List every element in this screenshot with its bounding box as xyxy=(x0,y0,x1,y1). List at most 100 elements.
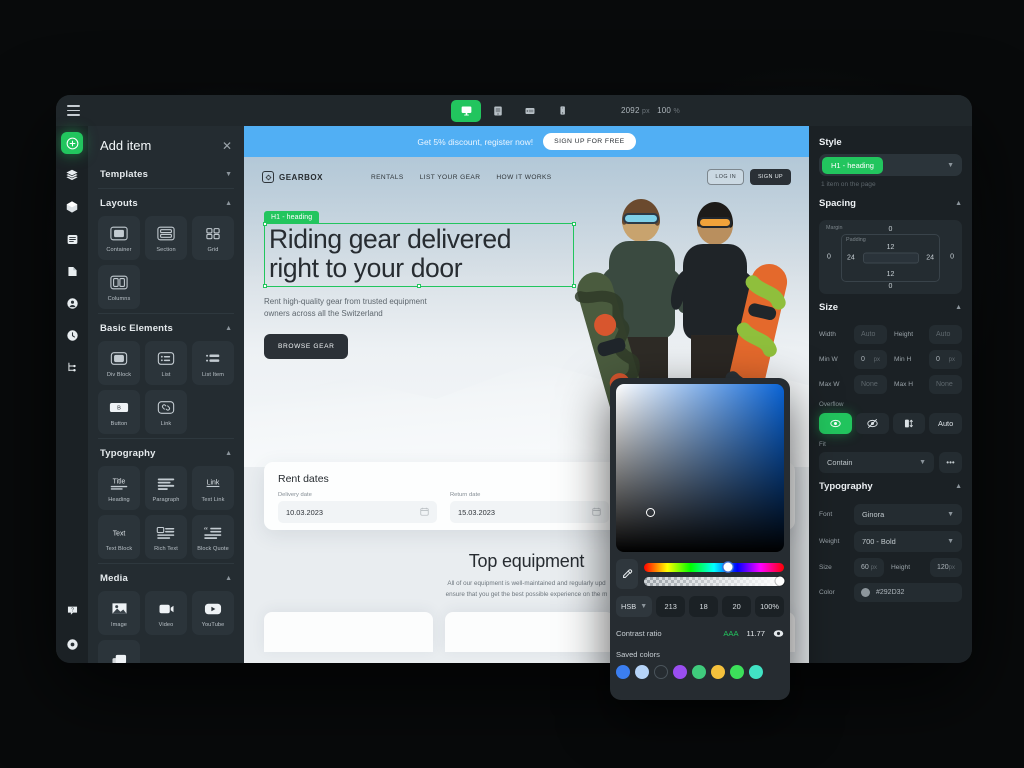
max-height-input[interactable]: None xyxy=(929,375,962,394)
panel-scroll-area[interactable]: Templates ▼ Layouts ▲ Container Section … xyxy=(88,161,244,663)
padding-left-value[interactable]: 24 xyxy=(847,255,855,262)
rail-item-sitemap[interactable] xyxy=(61,356,83,378)
fit-more-button[interactable]: ••• xyxy=(939,452,962,473)
delivery-date-input[interactable]: 10.03.2023 xyxy=(278,501,437,523)
device-desktop-button[interactable] xyxy=(451,99,481,122)
max-width-input[interactable]: None xyxy=(854,375,887,394)
saved-color-swatch[interactable] xyxy=(673,665,687,679)
close-icon[interactable]: ✕ xyxy=(222,140,232,152)
section-media[interactable]: Media ▲ xyxy=(98,565,234,591)
typography-header[interactable]: Typography ▲ xyxy=(819,478,962,498)
font-size-input[interactable]: 60 px xyxy=(854,558,884,577)
alpha-input[interactable]: 100% xyxy=(755,596,784,617)
equipment-card[interactable] xyxy=(264,612,433,652)
tile-heading[interactable]: Title Heading xyxy=(98,466,140,510)
tile-columns[interactable]: Columns xyxy=(98,265,140,309)
color-input[interactable]: #292D32 xyxy=(854,583,962,602)
alpha-slider[interactable] xyxy=(644,576,785,586)
padding-bottom-value[interactable]: 12 xyxy=(887,271,895,278)
margin-bottom-value[interactable]: 0 xyxy=(889,283,893,290)
saved-color-swatch[interactable] xyxy=(692,665,706,679)
rail-item-preferences[interactable] xyxy=(61,633,83,655)
rail-item-assets[interactable] xyxy=(61,260,83,282)
rail-item-settings[interactable] xyxy=(61,324,83,346)
eyedropper-icon[interactable] xyxy=(616,559,638,589)
hamburger-icon[interactable] xyxy=(56,95,90,126)
font-select[interactable]: Ginora ▼ xyxy=(854,504,962,525)
fit-select[interactable]: Contain ▼ xyxy=(819,452,934,473)
tile-paragraph[interactable]: Paragraph xyxy=(145,466,187,510)
tile-block-quote[interactable]: “ Block Quote xyxy=(192,515,234,559)
tile-button[interactable]: B Button xyxy=(98,390,140,434)
tile-link[interactable]: Link xyxy=(145,390,187,434)
section-layouts[interactable]: Layouts ▲ xyxy=(98,190,234,216)
alpha-knob[interactable] xyxy=(775,576,785,586)
equipment-card[interactable] xyxy=(445,612,614,652)
tile-list-item[interactable]: List Item xyxy=(192,341,234,385)
padding-right-value[interactable]: 24 xyxy=(926,255,934,262)
canvas-size-readout[interactable]: 2092 px 100 % xyxy=(621,106,680,115)
calendar-icon[interactable] xyxy=(592,507,601,518)
signup-button[interactable]: SIGN UP xyxy=(750,169,791,185)
min-height-input[interactable]: 0 px xyxy=(929,350,962,369)
contrast-preview-icon[interactable] xyxy=(773,628,784,639)
saved-color-swatch-empty[interactable] xyxy=(654,665,668,679)
device-mobile-button[interactable] xyxy=(547,100,577,122)
tile-text-block[interactable]: Text Text Block xyxy=(98,515,140,559)
section-typography[interactable]: Typography ▲ xyxy=(98,440,234,466)
saturation-brightness-area[interactable] xyxy=(616,384,784,552)
resize-handle-bc[interactable] xyxy=(417,284,421,289)
saved-color-swatch[interactable] xyxy=(730,665,744,679)
browse-gear-button[interactable]: BROWSE GEAR xyxy=(264,333,349,359)
section-templates[interactable]: Templates ▼ xyxy=(98,161,234,187)
overflow-auto-button[interactable]: Auto xyxy=(929,413,962,434)
color-picker-popover[interactable]: HSB ▼ 213 18 20 100% Contrast ratio AAA … xyxy=(610,378,790,700)
spacing-header[interactable]: Spacing ▲ xyxy=(819,195,962,215)
element-selector[interactable]: H1 - heading ▼ xyxy=(819,154,962,176)
resize-handle-tl[interactable] xyxy=(262,221,267,226)
device-tablet-button[interactable] xyxy=(483,100,513,122)
tile-text-link[interactable]: Link Text Link xyxy=(192,466,234,510)
tile-container[interactable]: Container xyxy=(98,216,140,260)
login-button[interactable]: LOG IN xyxy=(707,169,745,185)
rail-item-layers[interactable] xyxy=(61,164,83,186)
overflow-visible-button[interactable] xyxy=(819,413,852,434)
resize-handle-br[interactable] xyxy=(571,284,576,289)
saved-color-swatch[interactable] xyxy=(749,665,763,679)
tile-rich-text[interactable]: Rich Text xyxy=(145,515,187,559)
padding-top-value[interactable]: 12 xyxy=(887,244,895,251)
resize-handle-bl[interactable] xyxy=(262,284,267,289)
line-height-input[interactable]: 120 px xyxy=(929,558,962,577)
color-swatch[interactable] xyxy=(861,588,870,597)
size-header[interactable]: Size ▲ xyxy=(819,299,962,319)
brand-logo[interactable]: GEARBOX xyxy=(262,171,323,183)
color-mode-select[interactable]: HSB ▼ xyxy=(616,596,653,617)
resize-handle-tr[interactable] xyxy=(571,221,576,226)
tile-video[interactable]: Video xyxy=(145,591,187,635)
nav-link-rentals[interactable]: RENTALS xyxy=(371,174,404,181)
tile-gallery[interactable] xyxy=(98,640,140,663)
saved-color-swatch[interactable] xyxy=(635,665,649,679)
margin-right-value[interactable]: 0 xyxy=(950,254,954,261)
weight-select[interactable]: 700 - Bold ▼ xyxy=(854,531,962,552)
margin-left-value[interactable]: 0 xyxy=(827,254,831,261)
saturation-input[interactable]: 18 xyxy=(689,596,719,617)
rail-item-pages[interactable] xyxy=(61,228,83,250)
hue-knob[interactable] xyxy=(723,562,733,572)
selected-heading-box[interactable]: Riding gear delivered right to your door xyxy=(262,221,576,289)
brightness-input[interactable]: 20 xyxy=(722,596,752,617)
calendar-icon[interactable] xyxy=(420,507,429,518)
overflow-hidden-button[interactable] xyxy=(855,413,889,434)
min-width-input[interactable]: 0 px xyxy=(854,350,887,369)
rail-item-users[interactable] xyxy=(61,292,83,314)
saved-color-swatch[interactable] xyxy=(616,665,630,679)
rail-item-add[interactable] xyxy=(61,132,83,154)
hue-slider[interactable] xyxy=(644,562,784,572)
promo-signup-button[interactable]: SIGN UP FOR FREE xyxy=(543,133,636,150)
tile-section[interactable]: Section xyxy=(145,216,187,260)
overflow-scroll-button[interactable] xyxy=(892,413,926,434)
rail-item-components[interactable] xyxy=(61,196,83,218)
device-tablet-landscape-button[interactable] xyxy=(515,100,545,122)
margin-top-value[interactable]: 0 xyxy=(889,226,893,233)
tile-div-block[interactable]: Div Block xyxy=(98,341,140,385)
